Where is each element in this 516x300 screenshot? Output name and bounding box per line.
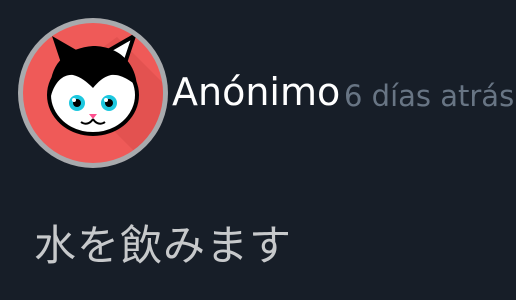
cat-face-icon — [47, 31, 163, 163]
avatar-disc — [23, 23, 163, 163]
timestamp: 6 días atrás — [344, 79, 515, 113]
avatar[interactable] — [18, 18, 168, 168]
author-name[interactable]: Anónimo — [172, 68, 340, 116]
comment-text: 水を飲みます — [34, 221, 293, 270]
comment-post: Anónimo 6 días atrás 水を飲みます — [0, 0, 516, 300]
